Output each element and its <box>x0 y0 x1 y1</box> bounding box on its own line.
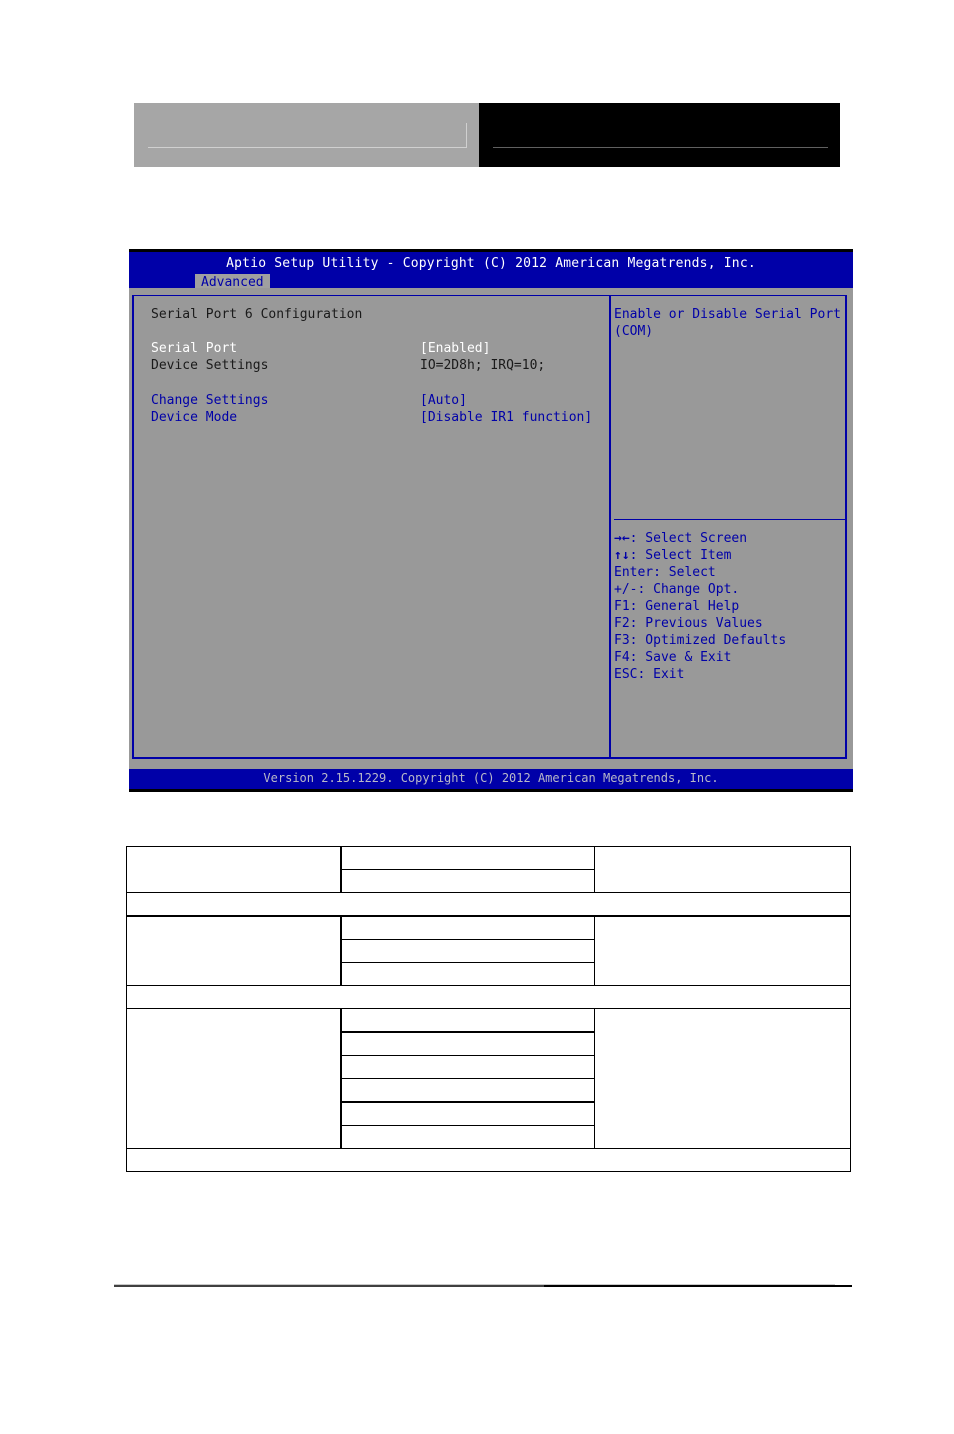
page-header-right-band <box>479 103 840 167</box>
setting-label: Change Settings <box>151 393 269 408</box>
key-help-esc: ESC: Exit <box>614 666 684 683</box>
table-cell <box>340 1008 595 1033</box>
setting-value[interactable]: [Enabled] <box>420 340 490 357</box>
table-cell <box>340 1078 595 1103</box>
table-cell <box>126 892 851 917</box>
key-help-select-screen: →←: Select Screen <box>614 530 747 547</box>
table-cell <box>126 1008 342 1149</box>
key-help-desc: : Save & Exit <box>629 650 732 665</box>
key-help-change-opt: +/-: Change Opt. <box>614 581 739 598</box>
key-help-desc: : Select <box>653 565 716 580</box>
table-cell <box>340 846 595 870</box>
key-help-f4: F4: Save & Exit <box>614 649 731 666</box>
setting-label: Serial Port <box>151 341 238 356</box>
arrows-up-down-icon: ↑↓ <box>614 548 630 563</box>
help-text-line: (COM) <box>614 324 654 339</box>
footer-rule <box>544 1285 852 1287</box>
bios-version: Version 2.15.1229. Copyright (C) 2012 Am… <box>263 771 719 785</box>
setting-label: Device Mode <box>151 410 238 425</box>
section-title: Serial Port 6 Configuration <box>151 307 363 322</box>
table-cell <box>126 915 342 986</box>
table-cell <box>126 1148 851 1172</box>
key-help-desc: : Select Screen <box>629 531 748 546</box>
key-help-key: F1 <box>614 599 630 614</box>
key-help-desc: : Exit <box>637 667 685 682</box>
help-divider <box>614 519 846 520</box>
key-help-f1: F1: General Help <box>614 598 739 615</box>
key-help-desc: : Optimized Defaults <box>629 633 787 648</box>
setting-label: Device Settings <box>151 358 269 373</box>
header-rule <box>148 147 466 148</box>
page-header-left-band <box>134 103 479 167</box>
help-text-line: Enable or Disable Serial Port <box>614 307 841 322</box>
setting-value[interactable]: [Auto] <box>420 392 467 409</box>
table-cell <box>593 846 852 893</box>
table-cell <box>593 1008 852 1149</box>
footer-rule <box>114 1285 544 1287</box>
key-help-key: F2 <box>614 616 630 631</box>
table-cell <box>340 1101 595 1126</box>
table-row <box>126 1148 851 1172</box>
setting-value: IO=2D8h; IRQ=10; <box>420 358 546 373</box>
key-help-key: F3 <box>614 633 630 648</box>
key-help-desc: : Select Item <box>629 548 732 563</box>
key-help-desc: : General Help <box>629 599 740 614</box>
key-help-desc: : Previous Values <box>629 616 763 631</box>
table-cell <box>340 1125 595 1149</box>
key-help-enter: Enter: Select <box>614 564 716 581</box>
key-help-key: F4 <box>614 650 630 665</box>
setting-value[interactable]: [Disable IR1 function] <box>420 409 592 426</box>
table-row <box>126 985 851 1009</box>
header-rule <box>493 147 828 148</box>
bios-status-bar: Version 2.15.1229. Copyright (C) 2012 Am… <box>129 769 853 789</box>
table-cell <box>340 962 595 986</box>
table-cell <box>340 939 595 963</box>
bios-setup-screen: Aptio Setup Utility - Copyright (C) 2012… <box>129 249 853 792</box>
table-cell <box>340 869 595 893</box>
table-cell <box>340 1031 595 1056</box>
table-cell <box>126 985 851 1009</box>
table-cell <box>340 1055 595 1079</box>
bios-body: Serial Port 6 Configuration Serial Port … <box>129 288 853 769</box>
table-row <box>126 1008 852 1149</box>
key-help-select-item: ↑↓: Select Item <box>614 547 731 564</box>
table-cell <box>126 846 342 893</box>
header-tick <box>466 123 467 148</box>
table-row <box>126 892 851 917</box>
table-cell <box>340 915 595 940</box>
table-row <box>126 846 852 893</box>
bios-title: Aptio Setup Utility - Copyright (C) 2012… <box>226 256 756 271</box>
table-cell <box>593 915 852 986</box>
key-help-desc: : Change Opt. <box>637 582 740 597</box>
key-help-key: Enter <box>614 565 654 580</box>
key-help-f2: F2: Previous Values <box>614 615 763 632</box>
key-help-f3: F3: Optimized Defaults <box>614 632 786 649</box>
bios-title-bar: Aptio Setup Utility - Copyright (C) 2012… <box>129 252 853 291</box>
key-help-key: ESC <box>614 667 638 682</box>
options-table <box>126 846 852 1172</box>
bios-pane-divider <box>609 295 611 759</box>
table-row <box>126 915 852 986</box>
key-help-key: +/- <box>614 582 638 597</box>
arrows-left-right-icon: →← <box>614 531 630 546</box>
